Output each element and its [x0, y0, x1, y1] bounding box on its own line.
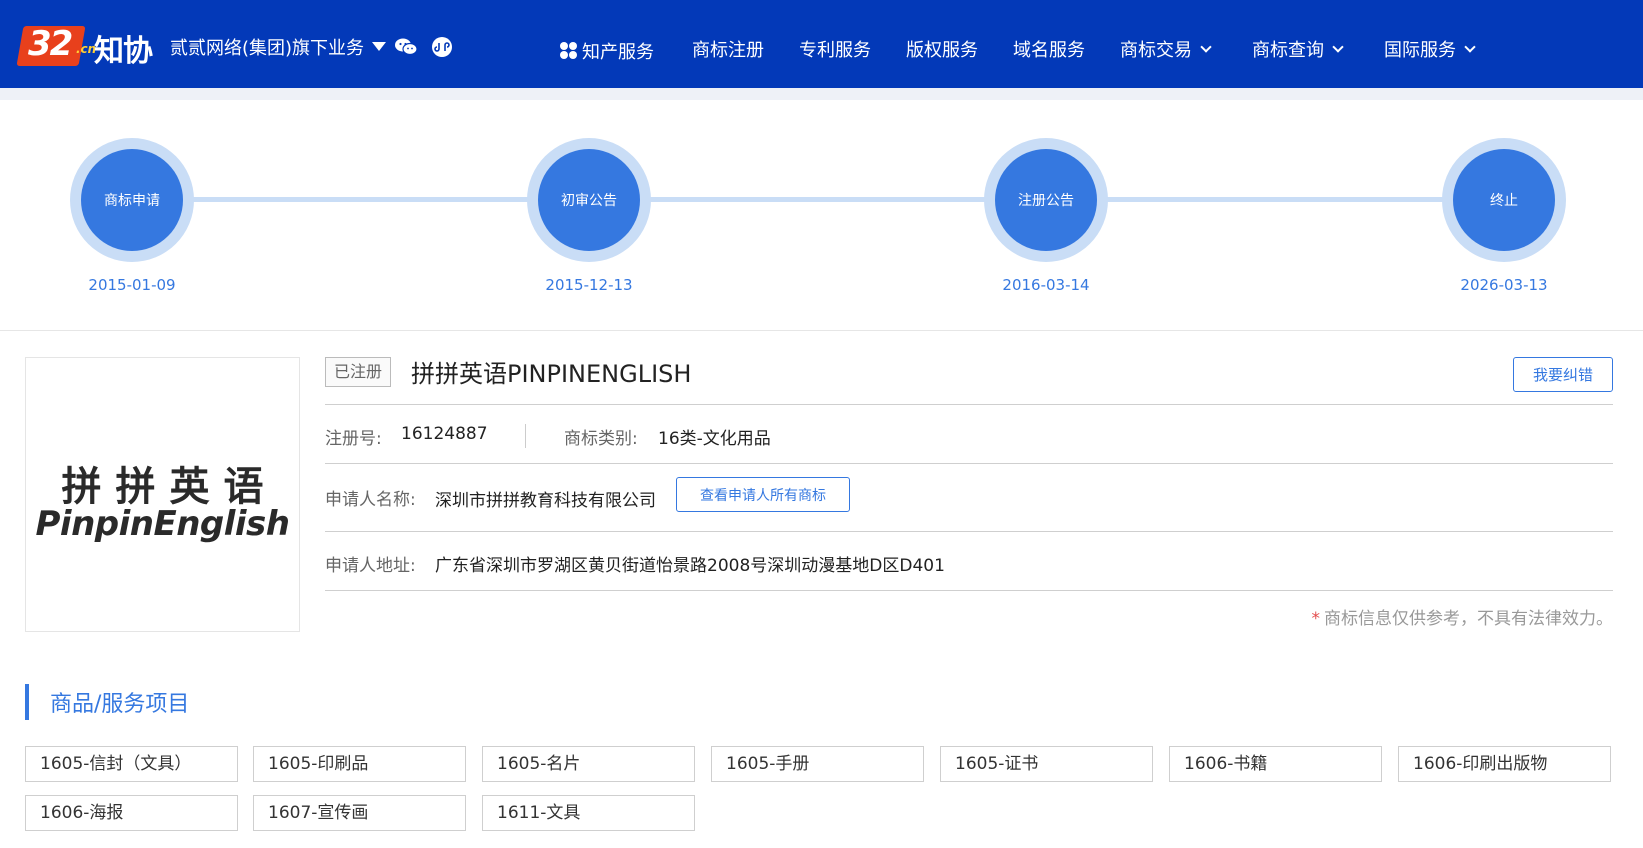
report-error-button[interactable]: 我要纠错 [1513, 357, 1613, 392]
timeline-date: 2026-03-13 [1460, 276, 1548, 294]
goods-item: 1605-手册 [711, 746, 924, 782]
nav-label: 国际服务 [1384, 40, 1456, 61]
goods-item: 1605-名片 [482, 746, 695, 782]
goods-item: 1605-证书 [940, 746, 1153, 782]
class-value: 16类-文化用品 [658, 429, 771, 449]
timeline-date: 2015-12-13 [545, 276, 633, 294]
section-accent-bar [25, 684, 29, 720]
timeline-track [130, 197, 1510, 202]
top-navigation-bar: 32 .cn 知协 贰贰网络(集团)旗下业务 知产服务 商标注册 专利服务 版权… [0, 0, 1643, 88]
address-value: 广东省深圳市罗湖区黄贝街道怡景路2008号深圳动漫基地D区D401 [435, 556, 945, 576]
nav-international-services[interactable]: 国际服务 [1384, 36, 1476, 62]
chevron-down-icon [1464, 40, 1476, 53]
caret-down-icon [372, 42, 387, 51]
nav-trademark-search[interactable]: 商标查询 [1252, 36, 1344, 62]
nav-label: 知产服务 [582, 42, 654, 63]
row-divider [325, 463, 1613, 464]
grid-icon [560, 42, 578, 60]
required-asterisk: * [1311, 609, 1321, 629]
row-divider [325, 404, 1613, 405]
reg-no-value: 16124887 [401, 424, 488, 444]
group-business-label: 贰贰网络(集团)旗下业务 [170, 38, 365, 59]
goods-item: 1605-信封（文具） [25, 746, 238, 782]
timeline-step-label: 商标申请 [81, 149, 183, 251]
timeline-step-registration: 注册公告 [984, 138, 1108, 262]
goods-item: 1607-宣传画 [253, 795, 466, 831]
disclaimer-note: * 商标信息仅供参考，不具有法律效力。 [1312, 604, 1614, 629]
address-label: 申请人地址: [325, 556, 416, 576]
nav-label: 版权服务 [906, 40, 978, 61]
nav-label: 商标查询 [1252, 40, 1324, 61]
goods-item: 1611-文具 [482, 795, 695, 831]
logo-name: 知协 [94, 34, 153, 69]
logo-number: 32 [28, 24, 73, 64]
nav-trademark-registration[interactable]: 商标注册 [692, 36, 764, 62]
timeline-step-label: 终止 [1453, 149, 1555, 251]
header-shadow-band [0, 88, 1643, 100]
timeline-step-label: 初审公告 [538, 149, 640, 251]
timeline-date: 2016-03-14 [1002, 276, 1090, 294]
nav-trademark-trading[interactable]: 商标交易 [1120, 36, 1212, 62]
timeline-step-label: 注册公告 [995, 149, 1097, 251]
field-separator [525, 424, 526, 448]
goods-item: 1606-印刷出版物 [1398, 746, 1611, 782]
status-badge: 已注册 [325, 357, 392, 387]
wechat-icon[interactable] [394, 36, 418, 58]
timeline-date: 2015-01-09 [88, 276, 176, 294]
timeline-step-application: 商标申请 [70, 138, 194, 262]
disclaimer-text: 商标信息仅供参考，不具有法律效力。 [1324, 609, 1613, 629]
nav-label: 域名服务 [1013, 40, 1085, 61]
nav-domain-services[interactable]: 域名服务 [1013, 36, 1085, 62]
nav-label: 商标交易 [1120, 40, 1192, 61]
goods-item: 1606-书籍 [1169, 746, 1382, 782]
chevron-down-icon [1200, 40, 1212, 53]
chevron-down-icon [1332, 40, 1344, 53]
timeline-step-termination: 终止 [1442, 138, 1566, 262]
applicant-value: 深圳市拼拼教育科技有限公司 [435, 491, 656, 511]
class-label: 商标类别: [564, 429, 638, 449]
section-divider [0, 330, 1643, 331]
view-applicant-trademarks-button[interactable]: 查看申请人所有商标 [676, 477, 850, 512]
nav-label: 专利服务 [799, 40, 871, 61]
nav-patent-services[interactable]: 专利服务 [799, 36, 871, 62]
row-divider [325, 590, 1613, 591]
row-divider [325, 531, 1613, 532]
goods-item: 1605-印刷品 [253, 746, 466, 782]
nav-label: 商标注册 [692, 40, 764, 61]
trademark-name: 拼拼英语PINPINENGLISH [411, 360, 692, 388]
goods-section-title: 商品/服务项目 [50, 692, 190, 717]
mini-program-icon[interactable] [430, 36, 454, 58]
group-business-dropdown[interactable]: 贰贰网络(集团)旗下业务 [170, 34, 387, 60]
nav-copyright-services[interactable]: 版权服务 [906, 36, 978, 62]
trademark-image-english: PinpinEnglish [35, 504, 291, 544]
site-logo[interactable]: 32 .cn 知协 [16, 22, 160, 69]
timeline-step-preliminary: 初审公告 [527, 138, 651, 262]
applicant-label: 申请人名称: [325, 490, 416, 510]
trademark-image: 拼拼英语 PinpinEnglish [25, 357, 300, 632]
nav-ip-services[interactable]: 知产服务 [560, 38, 654, 64]
reg-no-label: 注册号: [325, 429, 382, 449]
goods-item: 1606-海报 [25, 795, 238, 831]
